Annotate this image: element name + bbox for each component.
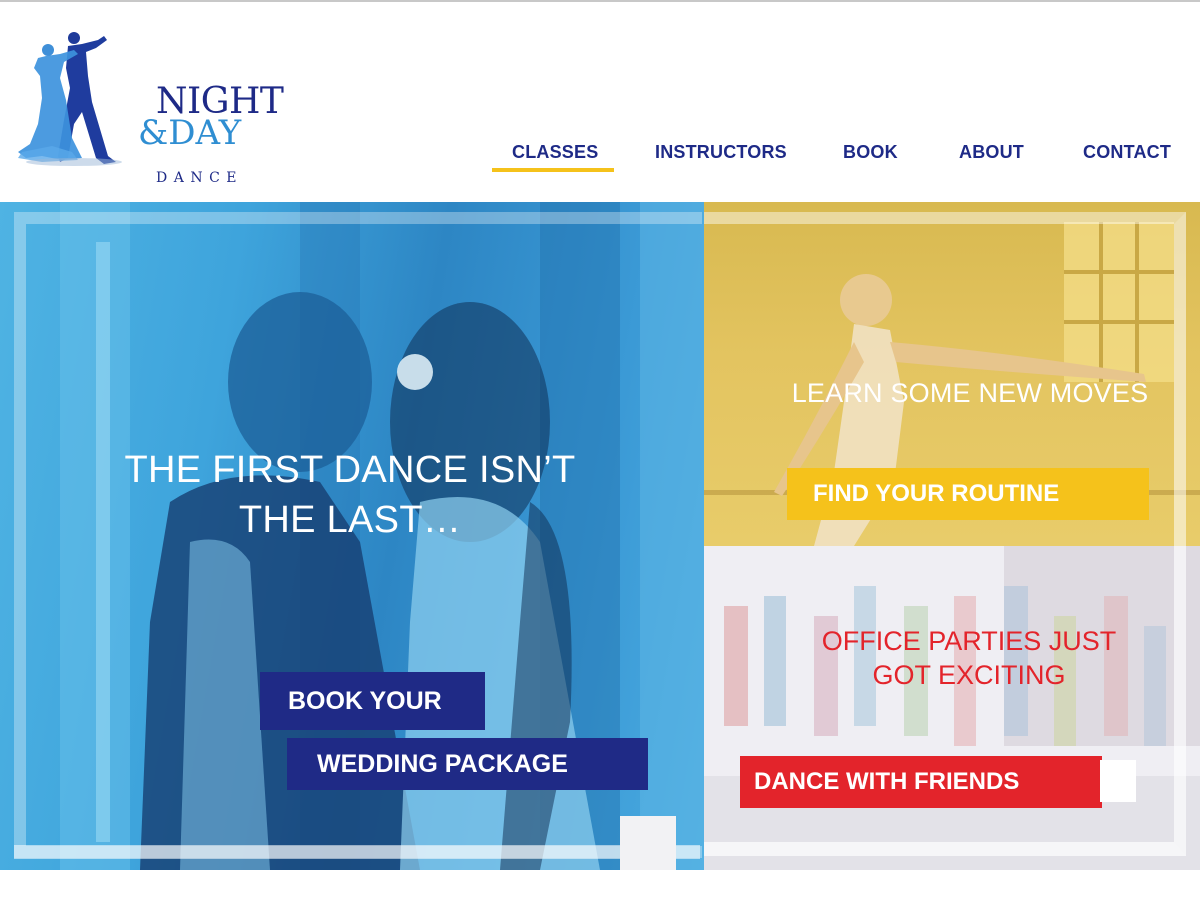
classes-headline: LEARN SOME NEW MOVES	[791, 378, 1149, 408]
classes-panel[interactable]: LEARN SOME NEW MOVES FIND YOUR ROUTINE	[704, 202, 1200, 546]
logo-text-dance: DANCE	[156, 170, 244, 186]
hero-section: THE FIRST DANCE ISN’T THE LAST… BOOK YOU…	[0, 202, 1200, 870]
corporate-panel[interactable]: OFFICE PARTIES JUST GOT EXCITING DANCE W…	[704, 546, 1200, 870]
slider-tab[interactable]	[1100, 760, 1136, 802]
find-routine-button[interactable]: FIND YOUR ROUTINE	[787, 468, 1149, 520]
slider-tab[interactable]	[620, 816, 676, 870]
wedding-panel[interactable]: THE FIRST DANCE ISN’T THE LAST… BOOK YOU…	[0, 202, 704, 870]
panel-frame-bottom	[14, 845, 700, 859]
corporate-headline-line2: GOT EXCITING	[872, 660, 1066, 690]
nav-item-classes[interactable]: CLASSES	[512, 142, 598, 163]
dance-with-friends-button[interactable]: DANCE WITH FRIENDS	[740, 756, 1102, 808]
book-wedding-button-line1[interactable]: BOOK YOUR	[260, 672, 485, 730]
corporate-headline: OFFICE PARTIES JUST GOT EXCITING	[764, 624, 1174, 692]
corporate-headline-line1: OFFICE PARTIES JUST	[821, 626, 1117, 656]
wedding-headline-line2: THE LAST…	[238, 499, 462, 541]
active-nav-indicator	[492, 168, 614, 172]
nav-item-contact[interactable]: CONTACT	[1083, 142, 1171, 163]
wedding-headline: THE FIRST DANCE ISN’T THE LAST…	[90, 445, 610, 545]
book-wedding-button-line2[interactable]: WEDDING PACKAGE	[287, 738, 648, 790]
nav-item-instructors[interactable]: INSTRUCTORS	[655, 142, 787, 163]
nav-item-about[interactable]: ABOUT	[959, 142, 1024, 163]
panel-frame	[704, 546, 1186, 856]
top-border	[0, 0, 1200, 2]
wedding-headline-line1: THE FIRST DANCE ISN’T	[124, 449, 576, 491]
nav-item-book[interactable]: BOOK	[843, 142, 898, 163]
